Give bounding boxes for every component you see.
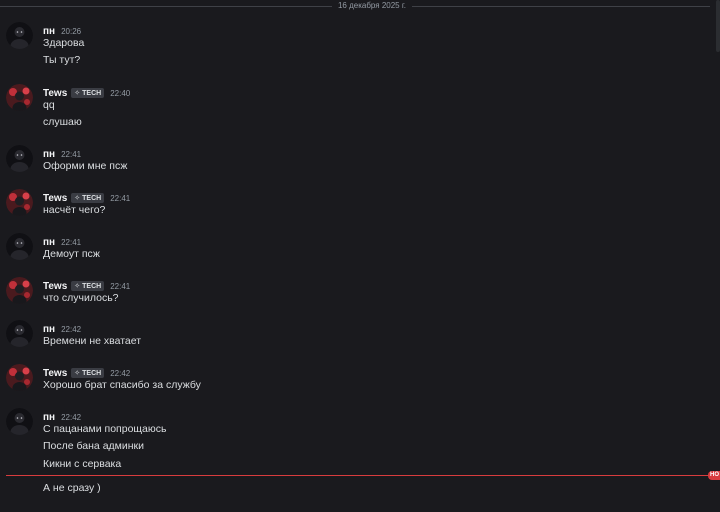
diamond-sparkle-icon: ✧ — [74, 90, 81, 97]
chat-window: 16 декабря 2025 г. пн 20:26 Здарова Ты т… — [0, 0, 720, 512]
avatar-pn[interactable] — [6, 145, 33, 172]
timestamp[interactable]: 22:40 — [110, 89, 130, 98]
message-header: Tews ✧ TECH 22:41 — [43, 279, 130, 293]
message-group: Tews ✧ TECH 22:40 qq слушаю — [0, 84, 700, 132]
message-text: Ты тут? — [43, 54, 81, 66]
message-header: Tews ✧ TECH 22:41 — [43, 191, 130, 205]
message-text: Кикни с сервака — [43, 458, 122, 470]
timestamp[interactable]: 22:42 — [61, 413, 81, 422]
timestamp[interactable]: 22:41 — [110, 194, 130, 203]
server-tag[interactable]: ✧ TECH — [71, 193, 105, 203]
avatar-tews[interactable] — [6, 277, 33, 304]
message-header: пн 22:41 — [43, 235, 81, 249]
message-header: пн 22:41 — [43, 147, 81, 161]
username[interactable]: пн — [43, 324, 55, 335]
date-divider-label: 16 декабря 2025 г. — [331, 1, 413, 10]
diamond-sparkle-icon: ✧ — [74, 195, 81, 202]
message-text: Хорошо брат спасибо за службу — [43, 379, 201, 391]
message-header: Tews ✧ TECH 22:42 — [43, 366, 130, 380]
timestamp[interactable]: 22:41 — [110, 282, 130, 291]
username[interactable]: Tews — [43, 368, 67, 379]
message-group: пн 22:41 Оформи мне псж — [0, 145, 700, 175]
message-text: qq — [43, 99, 55, 111]
avatar-tews[interactable] — [6, 84, 33, 111]
tag-label: TECH — [82, 369, 102, 377]
message-group: пн 20:26 Здарова Ты тут? — [0, 22, 700, 70]
message-text: Демоут псж — [43, 248, 100, 260]
timestamp[interactable]: 22:41 — [61, 238, 81, 247]
message-group: Tews ✧ TECH 22:41 что случилось? — [0, 277, 700, 307]
avatar-tews[interactable] — [6, 189, 33, 216]
timestamp[interactable]: 22:42 — [61, 325, 81, 334]
diamond-sparkle-icon: ✧ — [74, 283, 81, 290]
avatar-pn[interactable] — [6, 320, 33, 347]
message-text: Оформи мне псж — [43, 160, 128, 172]
message-header: Tews ✧ TECH 22:40 — [43, 86, 130, 100]
message-text: Здарова — [43, 37, 85, 49]
message-text: что случилось? — [43, 292, 119, 304]
tag-label: TECH — [82, 282, 102, 290]
diamond-sparkle-icon: ✧ — [74, 370, 81, 377]
message-text: После бана админки — [43, 440, 144, 452]
username[interactable]: Tews — [43, 193, 67, 204]
tag-label: TECH — [82, 194, 102, 202]
timestamp[interactable]: 20:26 — [61, 27, 81, 36]
new-messages-badge[interactable]: НО — [708, 471, 720, 480]
message-text: Времени не хватает — [43, 335, 142, 347]
avatar-pn[interactable] — [6, 233, 33, 260]
message-group: пн 22:42 Времени не хватает — [0, 320, 700, 350]
timestamp[interactable]: 22:41 — [61, 150, 81, 159]
message-group: пн 22:42 С пацанами попрощаюсь После бан… — [0, 408, 700, 472]
avatar-pn[interactable] — [6, 22, 33, 49]
username[interactable]: пн — [43, 149, 55, 160]
username[interactable]: пн — [43, 26, 55, 37]
server-tag[interactable]: ✧ TECH — [71, 368, 105, 378]
date-divider: 16 декабря 2025 г. — [0, 1, 720, 10]
message-header: пн 22:42 — [43, 410, 81, 424]
message-group: Tews ✧ TECH 22:41 насчёт чего? — [0, 189, 700, 219]
message-group: Tews ✧ TECH 22:42 Хорошо брат спасибо за … — [0, 364, 700, 394]
message-text: насчёт чего? — [43, 204, 106, 216]
server-tag[interactable]: ✧ TECH — [71, 88, 105, 98]
message-text: С пацанами попрощаюсь — [43, 423, 167, 435]
new-messages-divider — [6, 475, 712, 476]
avatar-pn[interactable] — [6, 408, 33, 435]
message-text: А не сразу ) — [43, 482, 101, 494]
avatar-tews[interactable] — [6, 364, 33, 391]
username[interactable]: пн — [43, 237, 55, 248]
username[interactable]: Tews — [43, 281, 67, 292]
username[interactable]: пн — [43, 412, 55, 423]
message-text: слушаю — [43, 116, 82, 128]
server-tag[interactable]: ✧ TECH — [71, 281, 105, 291]
username[interactable]: Tews — [43, 88, 67, 99]
message-group: пн 22:41 Демоут псж — [0, 233, 700, 263]
tag-label: TECH — [82, 89, 102, 97]
timestamp[interactable]: 22:42 — [110, 369, 130, 378]
message-header: пн 20:26 — [43, 24, 81, 38]
message-header: пн 22:42 — [43, 322, 81, 336]
